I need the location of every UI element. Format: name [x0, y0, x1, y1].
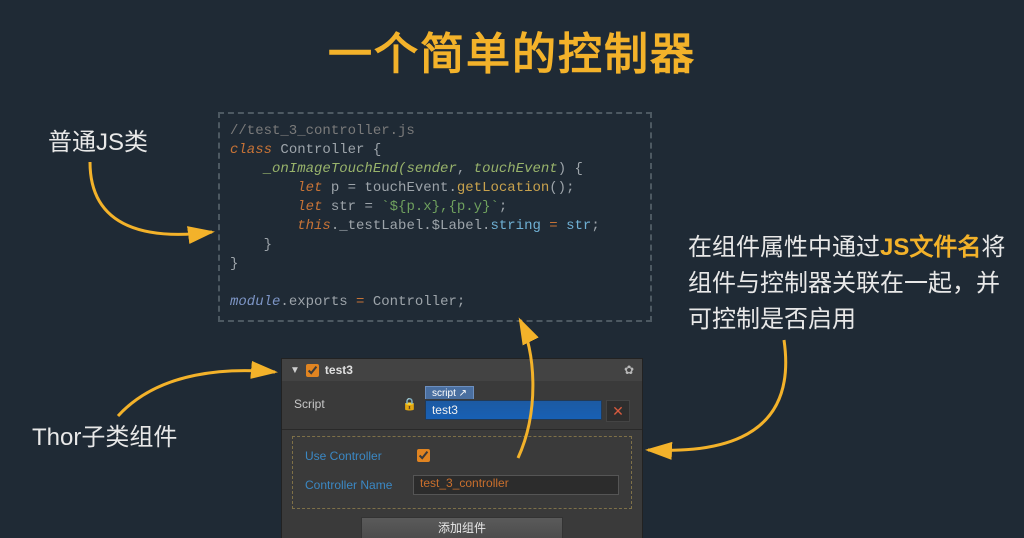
- code-token: sender: [406, 161, 456, 177]
- component-enabled-checkbox[interactable]: [306, 364, 319, 377]
- code-token: [230, 199, 297, 215]
- code-token: touchEvent: [474, 161, 558, 177]
- code-token: string: [490, 218, 540, 234]
- code-block: //test_3_controller.js class Controller …: [218, 112, 652, 322]
- code-token: .exports: [280, 294, 347, 310]
- code-token: this: [297, 218, 331, 234]
- code-token: Controller {: [272, 142, 381, 158]
- annotation-binding-desc: 在组件属性中通过JS文件名将组件与控制器关联在一起，并可控制是否启用: [688, 230, 1008, 338]
- script-tag: script ↗: [425, 386, 474, 399]
- controller-name-row: Controller Name test_3_controller: [293, 470, 631, 500]
- code-token: ;: [499, 199, 507, 215]
- code-token: }: [230, 237, 272, 253]
- controller-name-input[interactable]: test_3_controller: [413, 475, 619, 495]
- code-token: class: [230, 142, 272, 158]
- annotation-plain-js: 普通JS类: [48, 125, 148, 161]
- lock-icon[interactable]: 🔒: [402, 397, 417, 411]
- code-token: let: [297, 199, 322, 215]
- code-token: =: [541, 218, 566, 234]
- annotation-thor-component: Thor子类组件: [32, 420, 177, 456]
- code-token: `${p.x},{p.y}`: [381, 199, 499, 215]
- script-row: Script 🔒 script ↗ test3 ✕: [282, 381, 642, 427]
- code-token: ();: [549, 180, 574, 196]
- code-line: //test_3_controller.js: [230, 123, 415, 139]
- use-controller-checkbox[interactable]: [417, 449, 430, 462]
- code-token: str: [566, 218, 591, 234]
- separator: [282, 429, 642, 430]
- disclosure-triangle-icon[interactable]: ▼: [290, 365, 300, 376]
- script-asset-field[interactable]: test3: [425, 400, 602, 420]
- code-token: ._testLabel.$Label.: [331, 218, 491, 234]
- script-label: Script: [294, 397, 394, 411]
- slide-title: 一个简单的控制器: [0, 18, 1024, 82]
- code-token: str =: [322, 199, 381, 215]
- inspector-panel: ▼ test3 ✿ Script 🔒 script ↗ test3 ✕ Use …: [281, 358, 643, 538]
- code-token: module: [230, 294, 280, 310]
- code-token: [230, 180, 297, 196]
- inspector-header[interactable]: ▼ test3 ✿: [282, 359, 642, 381]
- add-component-button[interactable]: 添加组件: [361, 517, 563, 538]
- controller-name-label: Controller Name: [305, 478, 405, 492]
- code-token: ;: [591, 218, 599, 234]
- code-token: Controller;: [373, 294, 465, 310]
- code-token: _onImageTouchEnd(: [230, 161, 406, 177]
- annotation-binding-pre: 在组件属性中通过: [688, 234, 880, 261]
- code-token: }: [230, 256, 238, 272]
- code-token: let: [297, 180, 322, 196]
- annotation-binding-highlight: JS文件名: [880, 234, 981, 261]
- controller-group: Use Controller Controller Name test_3_co…: [292, 436, 632, 509]
- code-token: getLocation: [457, 180, 549, 196]
- use-controller-label: Use Controller: [305, 449, 405, 463]
- code-token: p = touchEvent.: [322, 180, 456, 196]
- gear-icon[interactable]: ✿: [624, 363, 634, 377]
- code-token: ,: [457, 161, 474, 177]
- code-token: =: [348, 294, 373, 310]
- code-token: ) {: [558, 161, 583, 177]
- use-controller-row: Use Controller: [293, 441, 631, 470]
- script-clear-button[interactable]: ✕: [606, 400, 630, 422]
- component-name-label: test3: [325, 363, 353, 377]
- code-token: [230, 218, 297, 234]
